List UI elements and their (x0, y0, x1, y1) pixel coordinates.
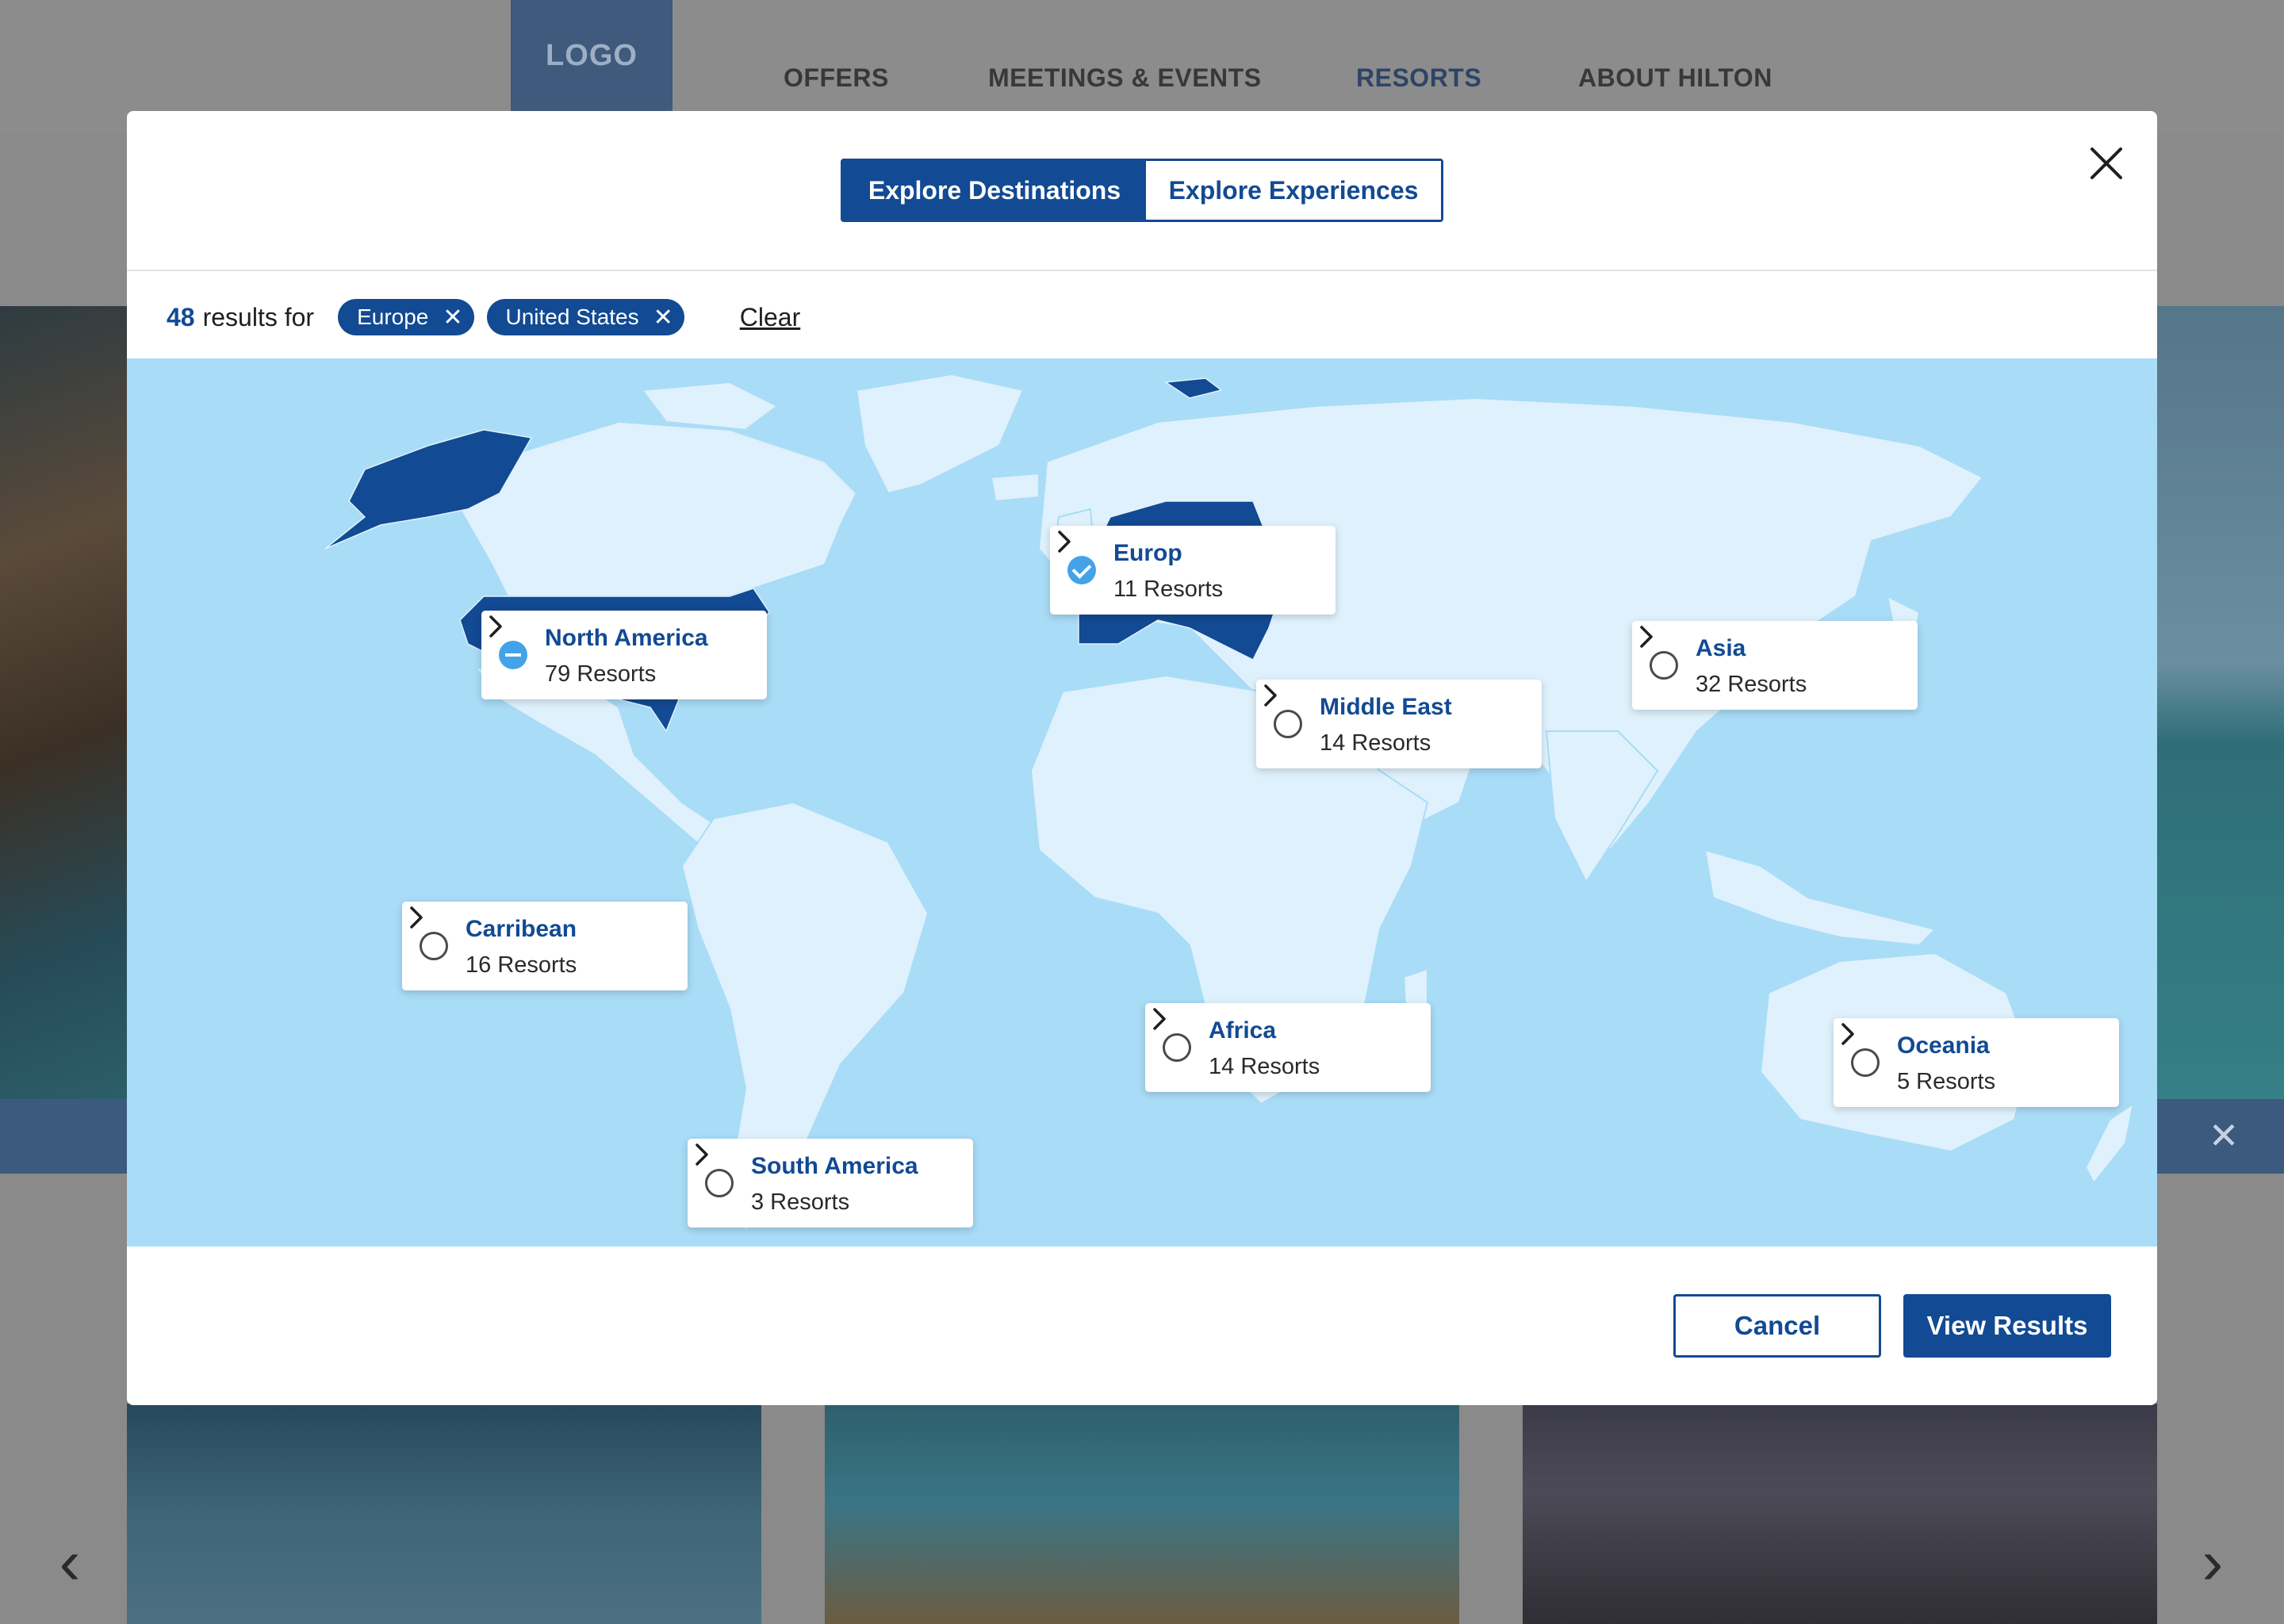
chevron-right-icon[interactable] (1050, 526, 1079, 557)
region-card-asia[interactable]: Asia 32 Resorts (1632, 621, 1918, 710)
filter-chip-united-states[interactable]: United States ✕ (486, 299, 684, 335)
site-logo[interactable]: LOGO (511, 0, 673, 111)
close-icon[interactable] (2086, 143, 2127, 184)
remove-chip-icon[interactable]: ✕ (443, 304, 462, 331)
remove-chip-icon[interactable]: ✕ (653, 304, 673, 331)
chevron-right-icon[interactable] (688, 1139, 716, 1170)
nav-resorts[interactable]: RESORTS (1356, 63, 1481, 93)
region-name: Oceania (1897, 1032, 1990, 1059)
results-count: 48 (167, 302, 195, 331)
region-card-europe[interactable]: Europ 11 Resorts (1050, 526, 1336, 615)
region-card-south-america[interactable]: South America 3 Resorts (688, 1139, 973, 1228)
chevron-right-icon[interactable] (1834, 1018, 1862, 1050)
region-card-oceania[interactable]: Oceania 5 Resorts (1834, 1018, 2119, 1107)
region-resort-count: 14 Resorts (1320, 730, 1431, 756)
resort-card-image[interactable] (825, 1404, 1459, 1624)
results-for-label: results for (202, 302, 315, 331)
chevron-right-icon[interactable] (481, 611, 510, 642)
chevron-right-icon[interactable] (1145, 1003, 1174, 1035)
nav-about-hilton[interactable]: ABOUT HILTON (1578, 63, 1772, 93)
region-card-caribbean[interactable]: Carribean 16 Resorts (402, 902, 688, 990)
carousel-prev-icon[interactable]: ‹ (46, 1530, 94, 1594)
region-name: Europ (1113, 540, 1182, 566)
region-name: Middle East (1320, 694, 1452, 720)
banner-close-icon[interactable]: ✕ (2206, 1117, 2241, 1154)
chip-label: Europe (357, 304, 429, 329)
region-checkbox[interactable] (1851, 1048, 1880, 1077)
view-results-button[interactable]: View Results (1903, 1294, 2111, 1358)
region-card-middle-east[interactable]: Middle East 14 Resorts (1256, 680, 1542, 768)
region-checkbox[interactable] (420, 932, 448, 960)
region-resort-count: 11 Resorts (1113, 576, 1224, 602)
filter-bar: 48 results for Europe ✕ United States ✕ … (167, 297, 800, 338)
region-checkbox[interactable] (1650, 651, 1678, 680)
tab-explore-destinations[interactable]: Explore Destinations (843, 161, 1146, 220)
resort-card-image[interactable] (127, 1404, 761, 1624)
region-resort-count: 79 Resorts (545, 661, 657, 687)
region-checkbox-partial[interactable] (499, 641, 527, 669)
region-name: North America (545, 625, 708, 651)
region-resort-count: 3 Resorts (751, 1189, 850, 1215)
region-resort-count: 5 Resorts (1897, 1069, 1996, 1094)
chip-label: United States (505, 304, 639, 329)
header-divider (127, 270, 2157, 271)
region-card-africa[interactable]: Africa 14 Resorts (1145, 1003, 1431, 1092)
chevron-right-icon[interactable] (1632, 621, 1661, 653)
region-checkbox[interactable] (705, 1169, 734, 1197)
chevron-right-icon[interactable] (1256, 680, 1285, 711)
destination-explorer-modal: Explore Destinations Explore Experiences… (127, 111, 2157, 1405)
hero-image-left-hut (0, 306, 135, 1099)
region-checkbox-checked[interactable] (1067, 556, 1096, 584)
region-resort-count: 32 Resorts (1696, 672, 1807, 697)
hero-image-right-sea (2157, 306, 2284, 1099)
region-checkbox[interactable] (1163, 1033, 1191, 1062)
cancel-button[interactable]: Cancel (1673, 1294, 1881, 1358)
nav-meetings-events[interactable]: MEETINGS & EVENTS (988, 63, 1262, 93)
region-name: Africa (1209, 1017, 1277, 1044)
filter-chip-europe[interactable]: Europe ✕ (338, 299, 474, 335)
world-map[interactable]: Europ 11 Resorts North America 79 Resort… (127, 358, 2157, 1247)
chevron-right-icon[interactable] (402, 902, 431, 933)
region-name: South America (751, 1153, 918, 1179)
region-card-north-america[interactable]: North America 79 Resorts (481, 611, 767, 699)
region-resort-count: 16 Resorts (466, 952, 577, 978)
region-resort-count: 14 Resorts (1209, 1054, 1320, 1079)
explore-segmented-control: Explore Destinations Explore Experiences (841, 159, 1443, 222)
tab-explore-experiences[interactable]: Explore Experiences (1146, 161, 1441, 220)
resort-card-image[interactable] (1523, 1404, 2157, 1624)
world-map-shapes (324, 373, 2135, 1232)
region-name: Asia (1696, 635, 1746, 661)
region-checkbox[interactable] (1274, 710, 1302, 738)
region-name: Carribean (466, 916, 577, 942)
carousel-next-icon[interactable]: › (2189, 1530, 2236, 1594)
clear-filters-link[interactable]: Clear (740, 303, 800, 332)
nav-offers[interactable]: OFFERS (784, 63, 889, 93)
